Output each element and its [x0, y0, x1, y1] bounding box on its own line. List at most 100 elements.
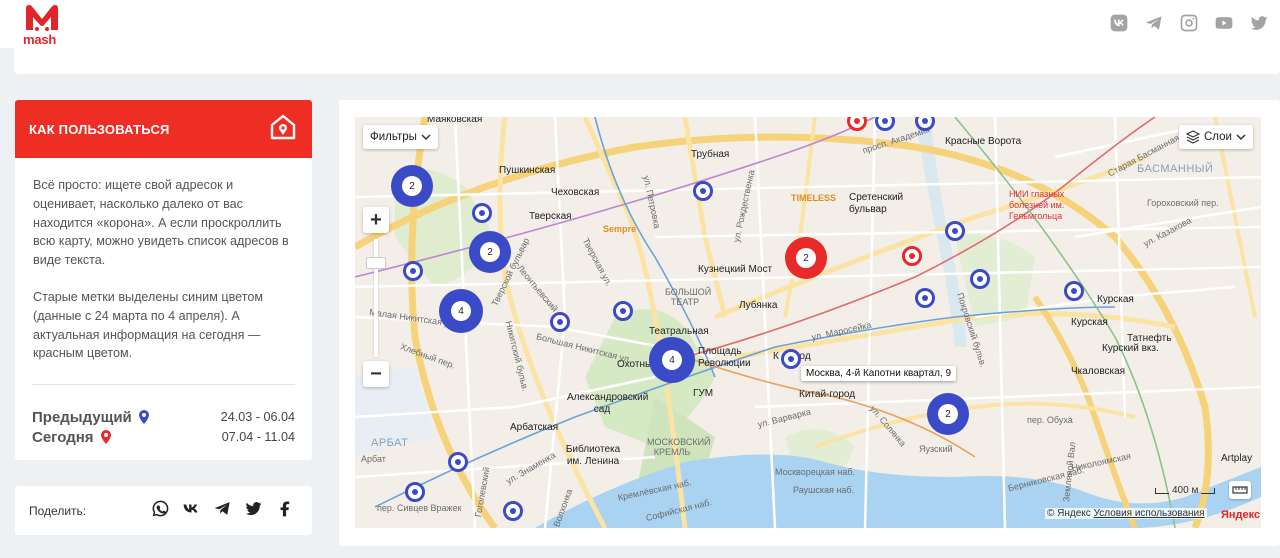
map-label-tatneft: Татнефть [1127, 333, 1172, 344]
map-card: Маяковская Пушкинская Чеховская Тверская… [339, 100, 1280, 546]
map-label-krasnye-vorota: Красные Ворота [945, 136, 1022, 147]
map-label-gum: ГУМ [693, 388, 714, 399]
map-label-biblioteka: Библиотека им. Ленина [565, 444, 621, 467]
filters-label: Фильтры [370, 131, 417, 143]
twitter-icon[interactable] [244, 499, 263, 523]
legend-row-previous: Предыдущий 24.03 - 06.04 [32, 407, 295, 427]
map-label-arbat: АРБАТ [371, 437, 409, 449]
filters-button[interactable]: Фильтры [363, 125, 438, 149]
map-label-kurskaya-1: Курская [1097, 294, 1134, 305]
map-label-aleksandrovsky: Александровский сад [567, 392, 649, 415]
map-point[interactable] [945, 221, 965, 241]
map-point[interactable] [915, 288, 935, 308]
logo-text: mash [23, 32, 57, 47]
map-label-chkalovskaya: Чкаловская [1071, 366, 1126, 377]
mash-logo-mark [26, 5, 58, 31]
map-label-basmanny: БАСМАННЫЙ [1137, 163, 1214, 175]
legend-previous-label: Предыдущий [32, 408, 132, 426]
vk-icon[interactable] [1108, 12, 1130, 34]
map-label-sretensky: Сретенский бульвар [849, 192, 904, 215]
map-point[interactable] [781, 349, 801, 369]
map-point[interactable] [1064, 281, 1084, 301]
share-icons [151, 499, 294, 523]
map-label-gorokhovsky: Гороховский пер. [1147, 198, 1219, 208]
terms-link[interactable]: Условия использования [1094, 508, 1205, 519]
home-location-icon [270, 114, 296, 145]
chevron-down-icon [1236, 134, 1246, 141]
zoom-out-button[interactable]: − [363, 361, 389, 387]
map-label-chekhovskaya: Чеховская [551, 187, 600, 198]
chevron-down-icon [421, 134, 431, 141]
map-label-kitay-gorod-2: Китай-город [799, 389, 856, 400]
red-pin-icon [100, 430, 111, 444]
legend-previous-dates: 24.03 - 06.04 [220, 410, 295, 424]
ruler-icon [1232, 486, 1248, 494]
map-cluster[interactable]: 2 [469, 231, 511, 273]
mash-logo[interactable]: mash [22, 4, 62, 47]
map-point[interactable] [448, 452, 468, 472]
map-label-sivtsev: пер. Сивцев Вражек [377, 503, 462, 513]
map-label-artplay: Artplay [1221, 453, 1253, 464]
map-copyright: © Яндекс Условия использования [1045, 508, 1207, 519]
yandex-logo[interactable]: Яндекс [1221, 509, 1260, 521]
map-label-sempre: Sempre [603, 224, 637, 234]
howto-header: КАК ПОЛЬЗОВАТЬСЯ [15, 100, 312, 158]
share-panel: Поделить: [15, 486, 312, 535]
map-label-bolshoi: БОЛЬШОЙ ТЕАТР [665, 287, 712, 307]
map-point[interactable] [403, 261, 423, 281]
map-label-mayakovskaya: Маяковская [427, 117, 483, 125]
map-scale-label: 400 м [1172, 485, 1199, 496]
ruler-button[interactable] [1229, 481, 1251, 499]
map-point[interactable] [613, 301, 633, 321]
map-point[interactable] [503, 501, 523, 521]
map-label-kreml: МОСКОВСКИЙ КРЕМЛЬ [647, 437, 711, 457]
map-cluster[interactable]: 2 [391, 165, 433, 207]
header-socials [1108, 12, 1270, 34]
howto-title: КАК ПОЛЬЗОВАТЬСЯ [29, 121, 170, 137]
map-label-arbat-ul: Арбат [361, 454, 386, 464]
youtube-icon[interactable] [1213, 12, 1235, 34]
map-point[interactable] [472, 203, 492, 223]
map-point[interactable] [970, 269, 990, 289]
map-label-ploshchad: Площадь Революции [698, 346, 751, 369]
zoom-slider-handle[interactable] [366, 257, 386, 269]
whatsapp-icon[interactable] [151, 499, 170, 523]
site-header: mash [0, 0, 1280, 48]
header-strip [14, 48, 1280, 74]
twitter-icon[interactable] [1248, 12, 1270, 34]
map-scale: 400 м [1155, 485, 1216, 496]
map-label-timeless: TIMELESS [791, 193, 837, 203]
zoom-in-button[interactable]: + [363, 207, 389, 233]
blue-pin-icon [138, 410, 149, 424]
map-point-red[interactable] [902, 246, 922, 266]
share-label: Поделить: [29, 503, 87, 518]
map-label-arbatskaya: Арбатская [510, 422, 559, 433]
legend-row-today: Сегодня 07.04 - 11.04 [32, 427, 295, 447]
instagram-icon[interactable] [1178, 12, 1200, 34]
map-point[interactable] [550, 312, 570, 332]
howto-paragraph-2: Старые метки выделены синим цветом (данн… [33, 289, 263, 361]
map-label-teatralnaya: Театральная [649, 326, 709, 337]
map-label-yauzsky: Яузский [919, 444, 953, 454]
map-label-kursky-vokzal: Курский вкз. [1102, 343, 1159, 354]
map-point[interactable] [693, 181, 713, 201]
vk-icon[interactable] [182, 499, 201, 523]
map-cluster[interactable]: 4 [439, 289, 483, 333]
howto-panel: КАК ПОЛЬЗОВАТЬСЯ Всё просто: ищете свой … [15, 100, 312, 460]
map-cluster[interactable]: 2 [927, 393, 969, 435]
telegram-icon[interactable] [1143, 12, 1165, 34]
map-point[interactable] [405, 482, 425, 502]
map-label-nii: НИИ глазных болезней им. Гельмгольца [1009, 189, 1065, 221]
map-label-pushkinskaya: Пушкинская [499, 165, 556, 176]
zoom-control: + − [363, 207, 389, 391]
howto-text: Всё просто: ищете свой адресок и оценива… [15, 158, 312, 363]
legend-today-label: Сегодня [32, 428, 94, 446]
howto-paragraph-1: Всё просто: ищете свой адресок и оценива… [33, 178, 289, 268]
telegram-icon[interactable] [213, 499, 232, 523]
facebook-icon[interactable] [275, 499, 294, 523]
map-canvas[interactable]: Маяковская Пушкинская Чеховская Тверская… [355, 117, 1261, 528]
map-cluster[interactable]: 4 [649, 337, 695, 383]
layers-button[interactable]: Слои [1179, 125, 1253, 149]
map-cluster-red[interactable]: 2 [785, 237, 827, 279]
legend-today-dates: 07.04 - 11.04 [221, 430, 295, 444]
